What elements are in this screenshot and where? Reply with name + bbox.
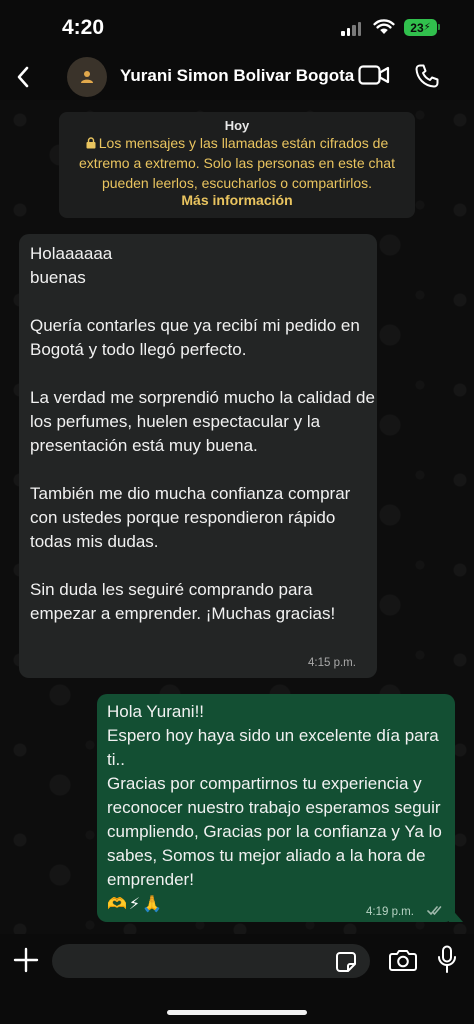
battery-tip [438,24,440,30]
voice-call-button[interactable] [414,63,440,94]
video-icon [358,65,390,85]
message-input[interactable] [52,944,370,978]
camera-button[interactable] [389,948,417,977]
camera-icon [389,950,417,971]
home-indicator [167,1010,307,1015]
wifi-icon [373,19,395,34]
phone-icon [415,64,439,88]
attach-button[interactable] [13,947,39,973]
read-receipt-icon [427,906,442,916]
person-icon [81,71,93,83]
back-button[interactable] [8,60,38,94]
encryption-text-block: Los mensajes y las llamadas están cifrad… [68,133,406,193]
sticker-icon [336,952,356,972]
battery-level: 23 [410,20,424,35]
encryption-text: Los mensajes y las llamadas están cifrad… [79,135,395,191]
outgoing-message-emojis: 🫶⚡🙏 [107,894,165,913]
contact-name[interactable]: Yurani Simon Bolivar Bogota [120,66,354,86]
outgoing-message-text: Hola Yurani!! Espero hoy haya sido un ex… [107,702,442,889]
lock-icon [86,137,96,149]
status-time: 4:20 [62,16,105,39]
mic-icon [438,945,456,973]
video-call-button[interactable] [358,64,390,91]
message-composer [0,934,474,1024]
outgoing-message-time: 4:19 p.m. [366,906,414,918]
cellular-signal-icon [341,22,361,36]
incoming-message-time: 4:15 p.m. [308,657,356,669]
back-chevron-icon [17,66,29,88]
sticker-button[interactable] [335,951,357,978]
chat-header: Yurani Simon Bolivar Bogota [0,54,474,100]
battery-icon: 23 ⚡ [404,19,437,36]
contact-avatar[interactable] [67,57,107,97]
plus-icon [13,947,39,973]
incoming-message-text: Holaaaaaa buenas Quería contarles que ya… [30,244,375,623]
status-bar: 4:20 23 ⚡ [0,0,474,54]
date-separator: Hoy [224,118,250,133]
more-info-link[interactable]: Más información [59,192,415,208]
voice-note-button[interactable] [437,945,457,980]
